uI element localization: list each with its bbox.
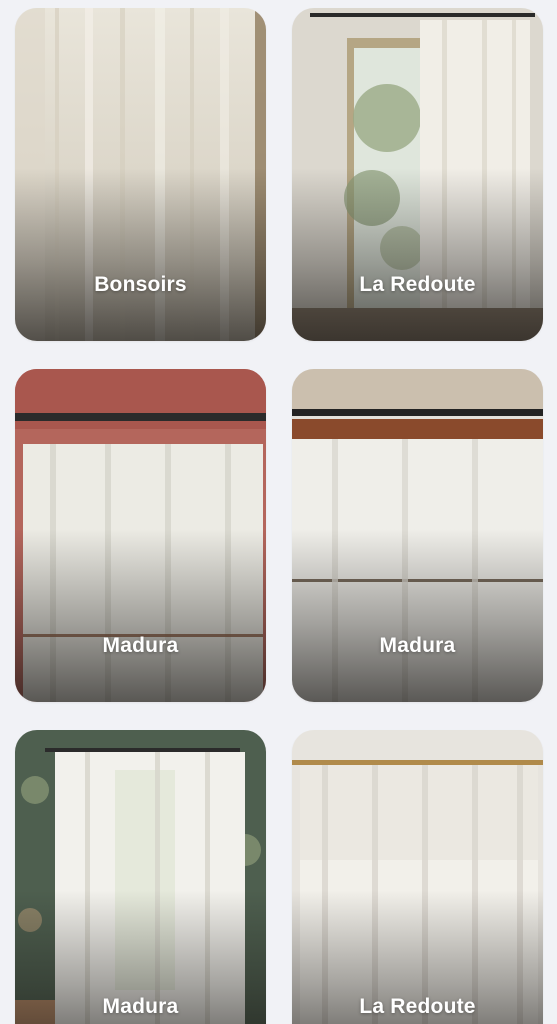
brand-label: Bonsoirs [94,273,187,296]
product-card-la-redoute[interactable]: La Redoute [292,730,543,1024]
brand-label: Madura [102,634,179,657]
product-card-madura[interactable]: Madura [15,369,266,702]
image-shade [292,167,543,341]
product-grid: Bonsoirs La Redoute Madura Madura Madura… [0,0,557,1024]
brand-label: Madura [102,995,179,1018]
brand-label: Madura [379,634,456,657]
product-card-madura[interactable]: Madura [15,730,266,1024]
image-shade [292,528,543,702]
product-card-bonsoirs[interactable]: Bonsoirs [15,8,266,341]
image-shade [15,528,266,702]
brand-label: La Redoute [359,995,476,1018]
brand-label: La Redoute [359,273,476,296]
product-card-madura[interactable]: Madura [292,369,543,702]
product-card-la-redoute[interactable]: La Redoute [292,8,543,341]
image-shade [15,167,266,341]
